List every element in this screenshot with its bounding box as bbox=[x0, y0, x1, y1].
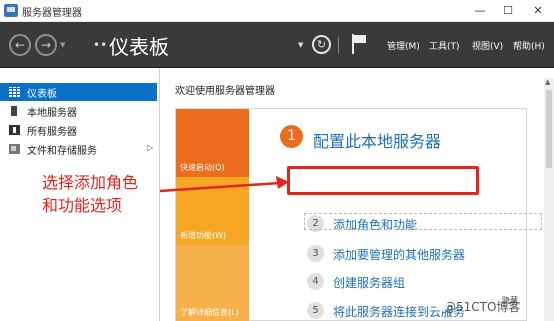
tile-label: 了解详细信息(L) bbox=[180, 308, 239, 317]
tile-label: 快速启动(Q) bbox=[180, 163, 225, 172]
step-configure-local-server[interactable]: 配置此本地服务器 bbox=[313, 128, 441, 152]
sidebar-item-file-storage[interactable]: 文件和存储服务 ▷ bbox=[0, 140, 157, 158]
annotation-line-2: 和功能选项 bbox=[42, 196, 123, 215]
tile-whats-new[interactable]: 新增功能(W) bbox=[176, 177, 249, 245]
menu-manage[interactable]: 管理(M) bbox=[387, 39, 420, 52]
storage-icon bbox=[9, 144, 20, 154]
refresh-icon[interactable]: ↻ bbox=[312, 35, 331, 54]
sidebar-item-label: 文件和存储服务 bbox=[27, 146, 97, 157]
forward-button[interactable]: → bbox=[35, 34, 57, 56]
sidebar-item-local-server[interactable]: 本地服务器 bbox=[0, 102, 157, 120]
step-number-3: 3 bbox=[307, 245, 324, 262]
page-title: 仪表板 bbox=[109, 35, 169, 59]
toolbar-dropdown-icon[interactable]: ▼ bbox=[298, 41, 303, 49]
menu-help[interactable]: 帮助(H) bbox=[513, 39, 545, 52]
step-number-1: 1 bbox=[280, 125, 303, 148]
window-title: 服务器管理器 bbox=[22, 8, 82, 19]
sidebar-item-dashboard[interactable]: 仪表板 bbox=[0, 83, 157, 101]
server-icon bbox=[11, 106, 17, 116]
menu-view[interactable]: 视图(V) bbox=[472, 39, 503, 52]
sidebar-item-label: 本地服务器 bbox=[27, 108, 77, 119]
focused-row-outline bbox=[304, 213, 542, 230]
minimize-button[interactable]: — bbox=[466, 0, 494, 22]
breadcrumb-arrows-icon: •• bbox=[93, 38, 108, 52]
tile-label: 新增功能(W) bbox=[180, 231, 227, 240]
tile-quick-start[interactable]: 快速启动(Q) bbox=[176, 109, 249, 177]
step-add-other-servers[interactable]: 添加要管理的其他服务器 bbox=[333, 246, 465, 263]
sidebar-item-label: 仪表板 bbox=[27, 89, 57, 100]
sidebar-item-all-servers[interactable]: 所有服务器 bbox=[0, 121, 157, 139]
sidebar-item-label: 所有服务器 bbox=[27, 127, 77, 138]
welcome-card: 快速启动(Q) 新增功能(W) 了解详细信息(L) 1 配置此本地服务器 2 添… bbox=[175, 108, 542, 321]
step-number-5: 5 bbox=[307, 302, 324, 319]
annotation-highlight-box bbox=[287, 166, 479, 195]
header-toolbar: ← → ▼ •• 仪表板 ▼ ↻ 管理(M) 工具(T) 视图(V) 帮助(H) bbox=[0, 22, 554, 68]
scrollbar-thumb[interactable] bbox=[546, 90, 552, 168]
annotation-line-1: 选择添加角色 bbox=[42, 173, 139, 192]
back-button[interactable]: ← bbox=[9, 34, 31, 56]
close-button[interactable]: ✕ bbox=[524, 0, 552, 22]
toolbar-separator bbox=[338, 37, 339, 54]
maximize-button[interactable]: ☐ bbox=[494, 0, 522, 22]
expand-chevron-icon[interactable]: ▷ bbox=[147, 143, 153, 152]
notifications-flag-icon[interactable] bbox=[352, 34, 368, 54]
server-manager-icon bbox=[4, 4, 18, 17]
servers-icon bbox=[9, 125, 20, 135]
history-dropdown-icon[interactable]: ▼ bbox=[60, 41, 65, 49]
dashboard-icon bbox=[9, 87, 20, 97]
scroll-up-arrow-icon[interactable]: ▲ bbox=[545, 78, 550, 86]
step-create-server-group[interactable]: 创建服务器组 bbox=[333, 274, 405, 291]
menu-tools[interactable]: 工具(T) bbox=[429, 39, 460, 52]
welcome-title: 欢迎使用服务器管理器 bbox=[175, 86, 275, 97]
step-number-4: 4 bbox=[307, 273, 324, 290]
title-bar: 服务器管理器 — ☐ ✕ bbox=[0, 0, 554, 22]
tile-learn-more[interactable]: 了解详细信息(L) bbox=[176, 245, 249, 321]
annotation-text: 选择添加角色 和功能选项 bbox=[42, 171, 138, 217]
watermark: @51CTO博客 bbox=[435, 299, 521, 314]
vertical-scrollbar[interactable]: ▲ bbox=[544, 78, 554, 321]
